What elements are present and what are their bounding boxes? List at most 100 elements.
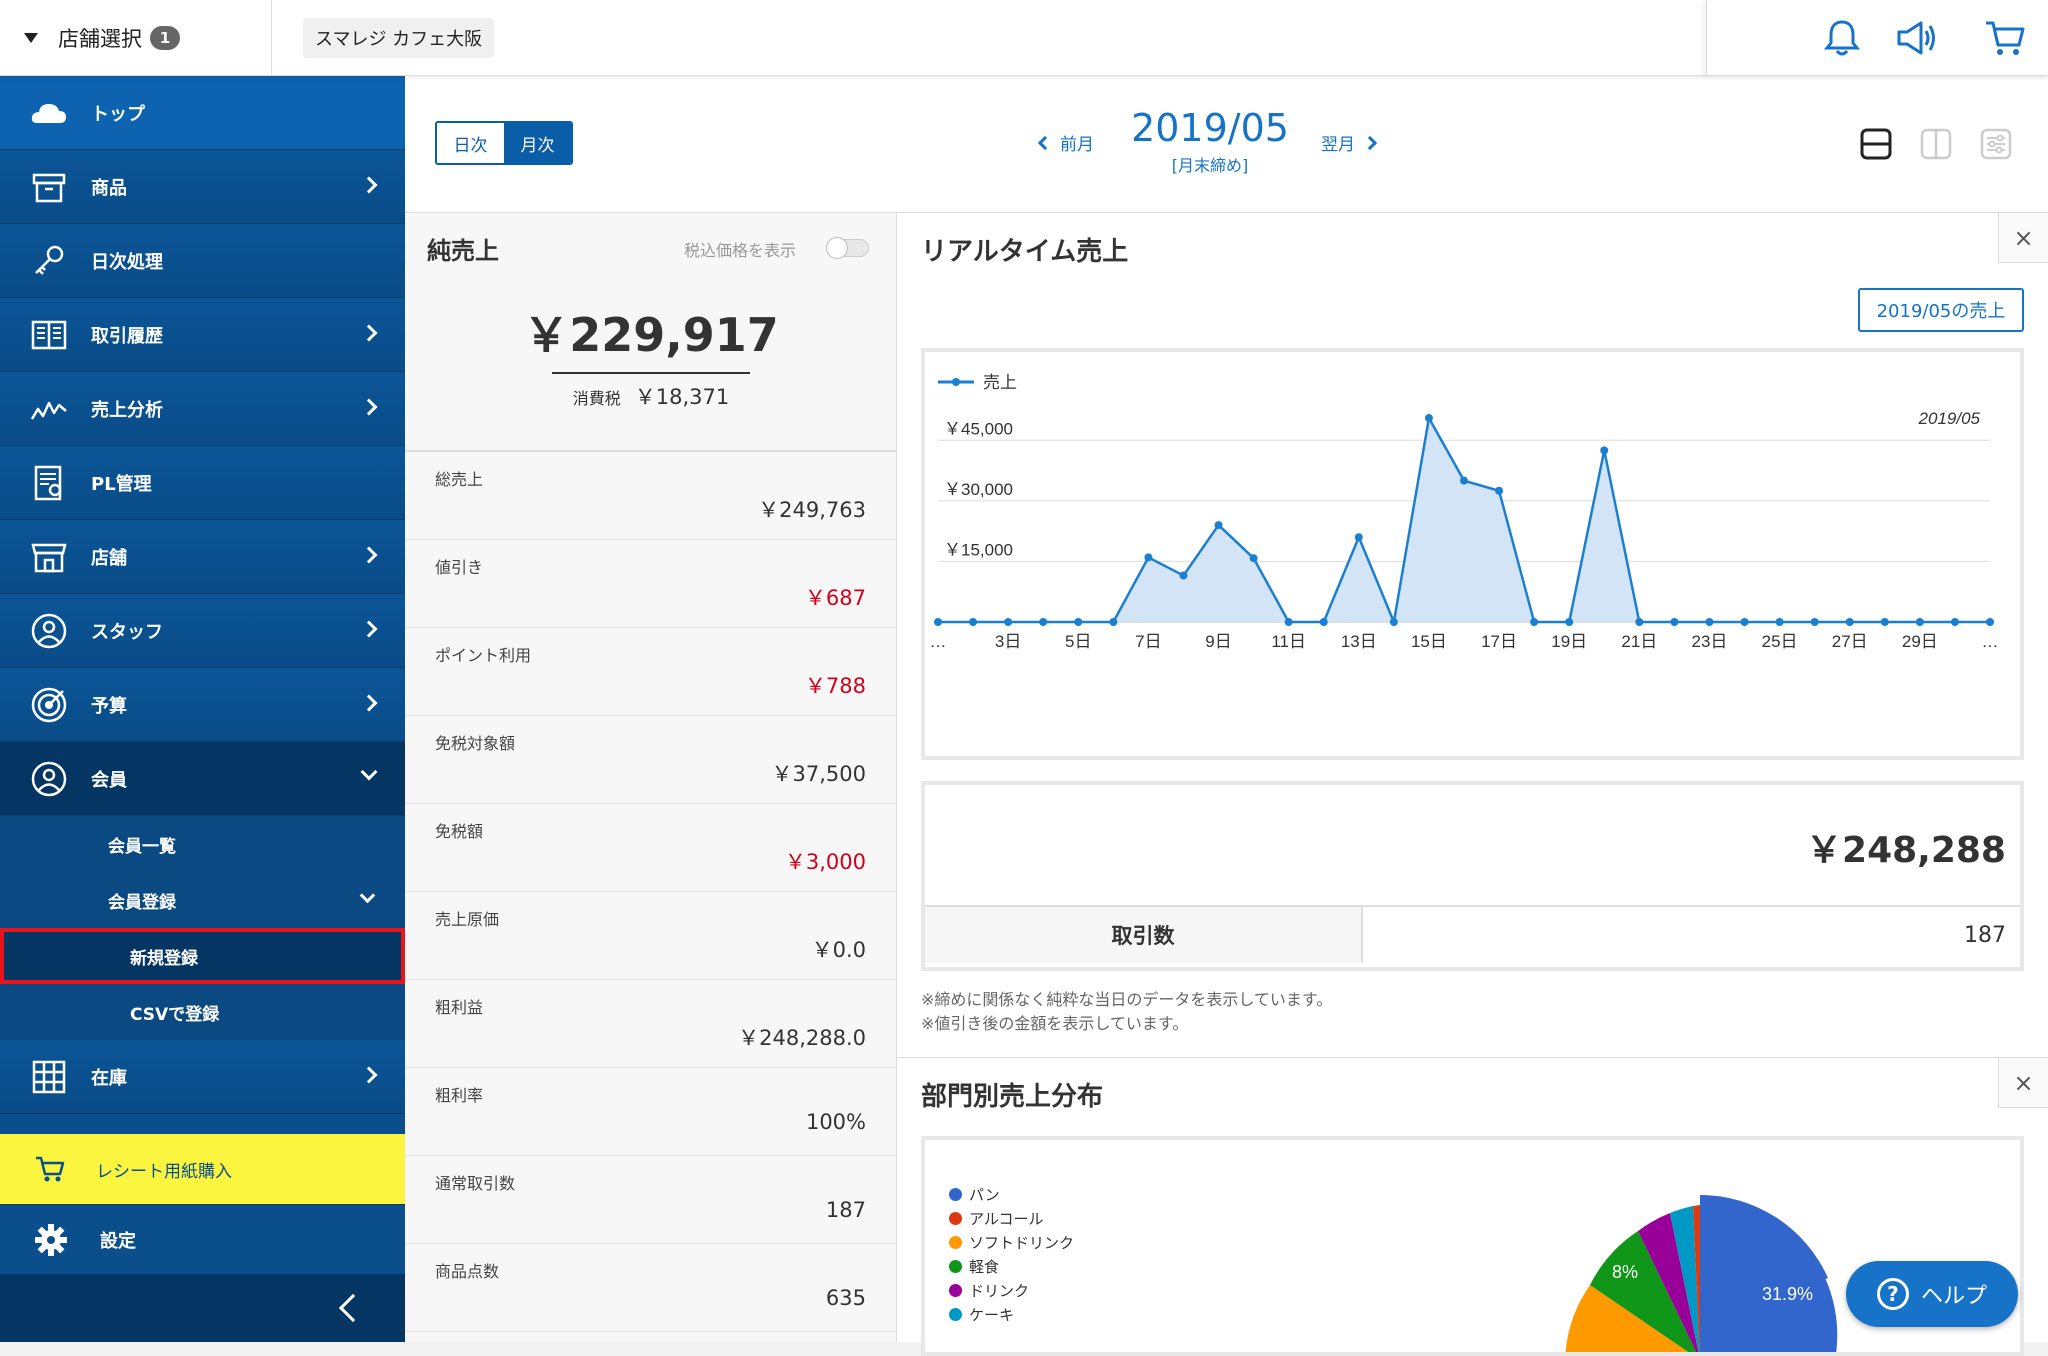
chart-subtitle: 2019/05 bbox=[1918, 409, 1981, 428]
settings-label: 設定 bbox=[100, 1230, 136, 1252]
bell-icon[interactable] bbox=[1820, 18, 1864, 58]
x-tick-label: 19日 bbox=[1551, 632, 1587, 651]
period-note: [月末締め] bbox=[1171, 156, 1249, 175]
legend-dot bbox=[949, 1212, 962, 1225]
legend-item: パン bbox=[949, 1184, 1000, 1205]
data-point bbox=[1039, 618, 1048, 626]
cloud-icon bbox=[31, 103, 66, 123]
data-point bbox=[1565, 618, 1574, 626]
chevron-right-icon bbox=[360, 398, 378, 416]
sidebar-item-products[interactable]: 商品 bbox=[0, 150, 405, 224]
pie-slice-pan-ext bbox=[1700, 1195, 1838, 1352]
metric-row: 商品点数 635 bbox=[405, 1244, 896, 1332]
data-point bbox=[1845, 618, 1854, 626]
layout-single-icon[interactable] bbox=[1860, 128, 1892, 160]
report-icon bbox=[34, 465, 62, 500]
sidebar-item-store[interactable]: 店舗 bbox=[0, 520, 405, 594]
pie-label-pan: 31.9% bbox=[1762, 1284, 1813, 1304]
sidebar-sub-member-list[interactable]: 会員一覧 bbox=[0, 816, 405, 872]
sidebar-item-daily[interactable]: 日次処理 bbox=[0, 224, 405, 298]
legend-item: ケーキ bbox=[949, 1304, 1014, 1325]
total-summary: ￥248,288 取引数 187 bbox=[921, 781, 2024, 971]
store-select[interactable]: 店舗選択 1 bbox=[0, 0, 272, 76]
sidebar-sub-new-register[interactable]: 新規登録 bbox=[0, 928, 405, 984]
cart-icon[interactable] bbox=[1983, 18, 2027, 58]
legend-label: 売上 bbox=[983, 373, 1017, 392]
chevron-right-icon bbox=[360, 176, 378, 194]
series-area bbox=[938, 418, 1990, 622]
sidebar-item-inventory[interactable]: 在庫 bbox=[0, 1040, 405, 1114]
realtime-sales-title: リアルタイム売上 bbox=[921, 237, 1129, 267]
metric-row: 粗利率 100% bbox=[405, 1068, 896, 1156]
sidebar-item-history[interactable]: 取引履歴 bbox=[0, 298, 405, 372]
data-point bbox=[1284, 618, 1293, 626]
sidebar-sub-label: CSVで登録 bbox=[130, 1004, 220, 1025]
tax-label: 消費税 bbox=[572, 389, 621, 408]
sidebar-sub-label: 会員登録 bbox=[108, 892, 176, 913]
monthly-tab[interactable]: 月次 bbox=[504, 123, 571, 163]
close-icon[interactable]: × bbox=[1998, 213, 2048, 263]
sidebar-item-analysis[interactable]: 売上分析 bbox=[0, 372, 405, 446]
layout-split-icon[interactable] bbox=[1920, 128, 1952, 160]
prev-month-link[interactable]: 前月 bbox=[1037, 130, 1094, 155]
legend-label: ケーキ bbox=[969, 1306, 1015, 1324]
legend-marker bbox=[952, 378, 960, 386]
next-month-label: 翌月 bbox=[1321, 135, 1355, 155]
metric-row: ポイント利用 ￥788 bbox=[405, 628, 896, 716]
sidebar-item-staff[interactable]: スタッフ bbox=[0, 594, 405, 668]
next-month-link[interactable]: 翌月 bbox=[1321, 130, 1378, 155]
metric-label: 値引き bbox=[435, 558, 484, 577]
chevron-down-icon bbox=[359, 887, 376, 904]
data-point bbox=[1424, 414, 1433, 423]
layout-settings-icon[interactable] bbox=[1980, 128, 2012, 160]
transaction-count-label: 取引数 bbox=[925, 907, 1363, 963]
sidebar-item-label: 店舗 bbox=[91, 547, 127, 569]
sidebar-sub-csv-register[interactable]: CSVで登録 bbox=[0, 984, 405, 1040]
sidebar-item-top[interactable]: トップ bbox=[0, 76, 405, 150]
sidebar-item-label: 在庫 bbox=[91, 1067, 127, 1089]
target-icon bbox=[31, 687, 67, 722]
tax-value: ￥18,371 bbox=[634, 385, 730, 409]
data-point bbox=[1074, 618, 1083, 626]
daily-tab[interactable]: 日次 bbox=[437, 123, 504, 163]
y-tick-label: ￥30,000 bbox=[944, 480, 1013, 499]
sidebar-collapse-button[interactable] bbox=[0, 1274, 405, 1342]
gear-icon bbox=[35, 1223, 67, 1256]
chart-line-icon bbox=[30, 401, 67, 420]
sidebar-sub-label: 会員一覧 bbox=[108, 836, 176, 857]
y-tick-label: ￥15,000 bbox=[944, 540, 1013, 559]
store-count-badge: 1 bbox=[150, 26, 180, 50]
book-icon bbox=[31, 320, 67, 349]
help-button[interactable]: ? ヘルプ bbox=[1846, 1261, 2018, 1327]
data-point bbox=[1635, 618, 1644, 626]
sidebar-item-member[interactable]: 会員 bbox=[0, 742, 405, 816]
tax-toggle-switch[interactable] bbox=[826, 237, 869, 259]
sidebar-item-label: 取引履歴 bbox=[91, 325, 163, 347]
receipt-paper-purchase-link[interactable]: レシート用紙購入 bbox=[0, 1134, 405, 1204]
data-point bbox=[1249, 554, 1258, 563]
net-sales-value: ￥229,917 bbox=[523, 308, 779, 362]
caret-down-icon bbox=[24, 33, 38, 43]
data-point bbox=[1214, 521, 1223, 530]
megaphone-icon[interactable] bbox=[1895, 18, 1939, 58]
department-sales-title: 部門別売上分布 bbox=[921, 1082, 1104, 1112]
close-icon[interactable]: × bbox=[1998, 1058, 2048, 1108]
sidebar-item-budget[interactable]: 予算 bbox=[0, 668, 405, 742]
data-point bbox=[1179, 571, 1188, 580]
data-point bbox=[1144, 553, 1153, 562]
grid-icon bbox=[32, 1060, 66, 1093]
data-point bbox=[1319, 618, 1328, 626]
x-tick-label: 9日 bbox=[1205, 632, 1231, 651]
note-text: ※締めに関係なく純粋な当日のデータを表示しています。 bbox=[921, 990, 1333, 1009]
metric-value: 635 bbox=[825, 1286, 866, 1310]
prev-month-label: 前月 bbox=[1060, 135, 1094, 155]
period-toggle: 日次 月次 bbox=[435, 121, 573, 165]
month-sales-button[interactable]: 2019/05の売上 bbox=[1858, 288, 2024, 332]
data-point bbox=[1670, 618, 1679, 626]
sidebar-item-settings[interactable]: 設定 bbox=[0, 1204, 405, 1274]
sidebar-sub-member-register[interactable]: 会員登録 bbox=[0, 872, 405, 928]
x-tick-label: … bbox=[930, 632, 947, 651]
metric-label: 売上原価 bbox=[435, 910, 500, 929]
metric-label: 免税額 bbox=[435, 822, 484, 841]
sidebar-item-pl[interactable]: PL管理 bbox=[0, 446, 405, 520]
